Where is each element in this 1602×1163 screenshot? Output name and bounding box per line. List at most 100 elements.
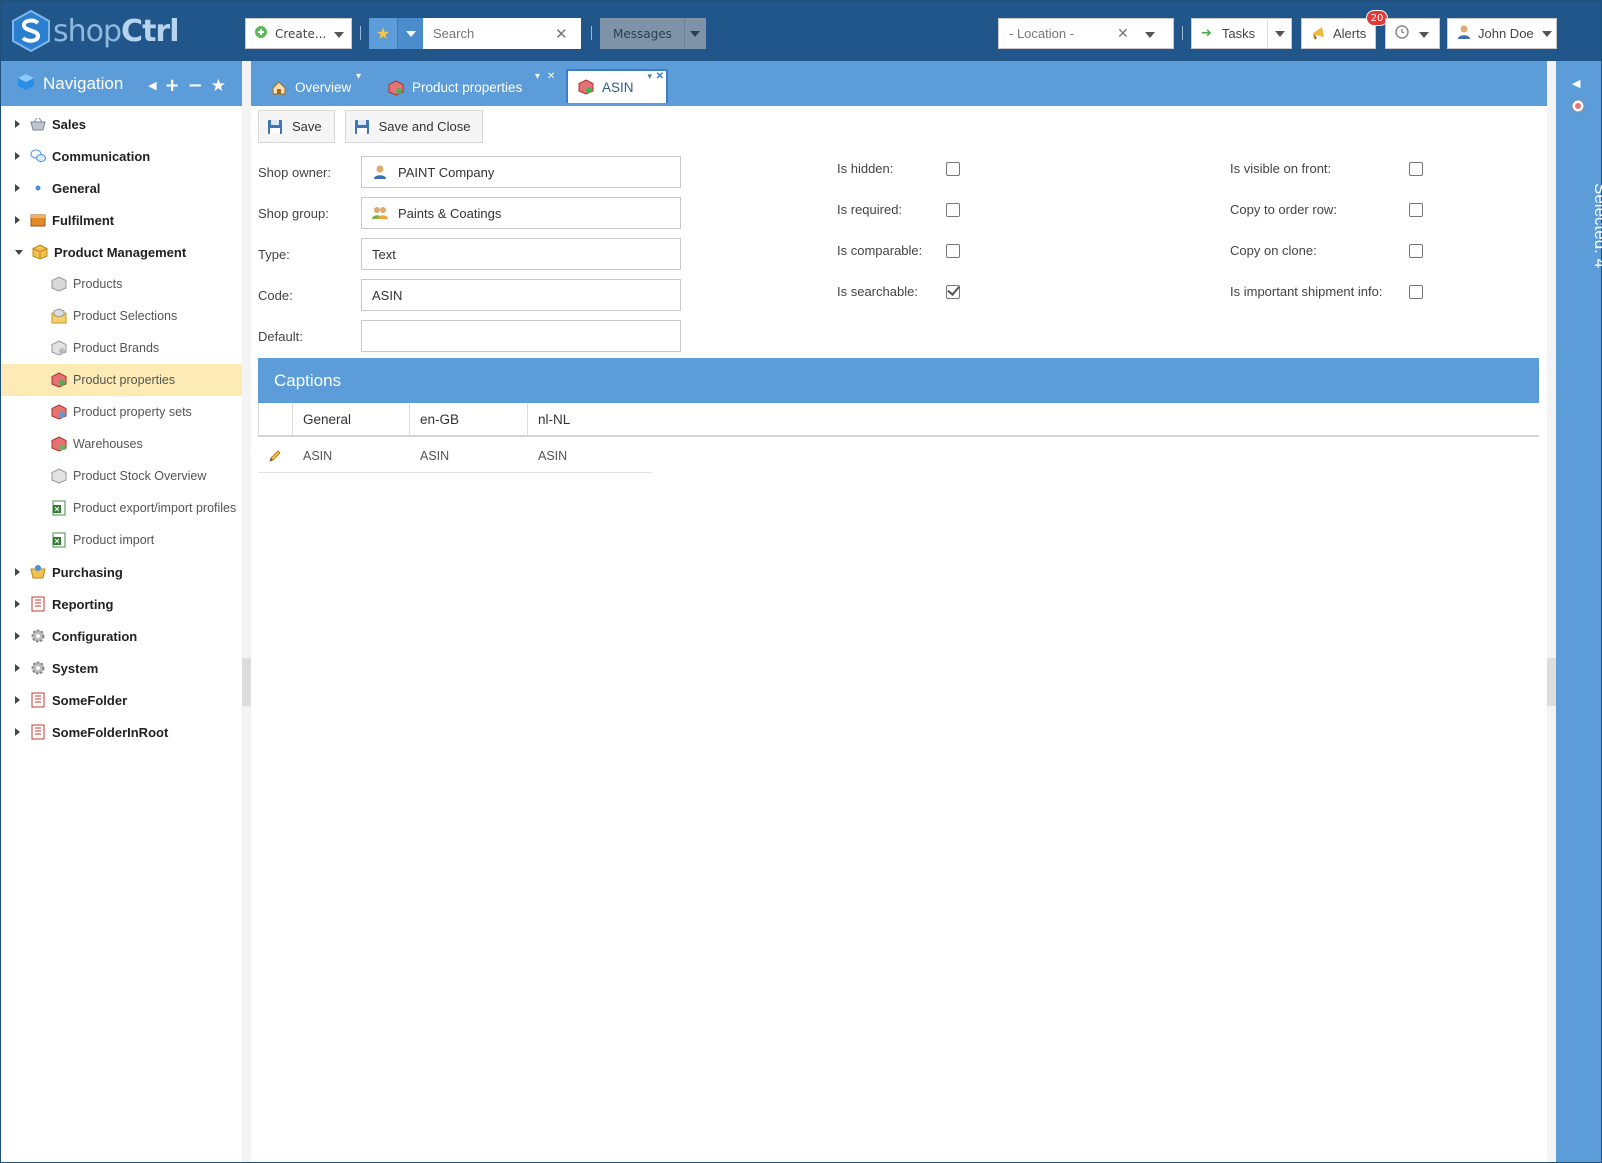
type-value: Text xyxy=(372,246,396,262)
clear-location-icon[interactable]: ✕ xyxy=(1117,26,1129,42)
tab-overview[interactable]: Overview xyxy=(271,69,351,106)
expand-icon[interactable] xyxy=(15,568,20,576)
expand-icon[interactable] xyxy=(15,184,20,192)
user-icon xyxy=(374,165,386,179)
edit-column-header xyxy=(258,403,293,435)
nav-item-products[interactable]: Products xyxy=(1,268,242,300)
nav-item-product-management[interactable]: Product Management xyxy=(1,236,242,268)
is-required-label: Is required: xyxy=(837,202,903,217)
nav-item-somefolderinroot[interactable]: SomeFolderInRoot xyxy=(1,716,242,748)
main-content: Overview ▾ Product properties ▾ ✕ ASIN ▾… xyxy=(251,61,1547,1162)
expand-left-icon[interactable]: ◀ xyxy=(1572,77,1580,90)
location-select[interactable]: - Location - ✕ xyxy=(998,18,1174,49)
nav-item-somefolder[interactable]: SomeFolder xyxy=(1,684,242,716)
logo-text-b: Ctrl xyxy=(121,13,179,49)
is-required-checkbox[interactable] xyxy=(946,202,960,217)
tasks-dropdown[interactable] xyxy=(1267,19,1291,48)
user-menu[interactable]: John Doe xyxy=(1447,18,1557,49)
table-row[interactable]: ASIN ASIN ASIN xyxy=(258,439,652,473)
collapse-icon[interactable] xyxy=(15,249,23,255)
is-visible-on-front-checkbox[interactable] xyxy=(1409,161,1423,176)
expand-icon[interactable] xyxy=(15,152,20,160)
is-searchable-checkbox[interactable] xyxy=(946,284,960,299)
alerts-button[interactable]: Alerts xyxy=(1301,18,1376,49)
shop-group-field[interactable]: Paints & Coatings xyxy=(361,197,681,229)
tab-asin[interactable]: ASIN ▾ ✕ xyxy=(566,69,668,103)
nav-item-warehouses[interactable]: Warehouses xyxy=(1,428,242,460)
tab-product-properties[interactable]: Product properties xyxy=(388,69,522,106)
collapse-left-icon[interactable]: ◀ xyxy=(148,79,156,92)
create-button[interactable]: Create... xyxy=(245,18,352,49)
nav-item-product-stock-overview[interactable]: Product Stock Overview xyxy=(1,460,242,492)
expand-icon[interactable] xyxy=(15,216,20,224)
expand-icon[interactable] xyxy=(15,728,20,736)
chat-bubbles-icon xyxy=(30,149,46,162)
is-visible-on-front-row: Is visible on front: xyxy=(1230,161,1423,176)
search-input[interactable] xyxy=(423,18,553,49)
tab-menu-icon[interactable]: ▾ xyxy=(647,71,652,82)
expand-all-icon[interactable]: + xyxy=(165,75,180,96)
expand-icon[interactable] xyxy=(15,632,20,640)
is-hidden-checkbox[interactable] xyxy=(946,161,960,176)
nav-item-sales[interactable]: Sales xyxy=(1,108,242,140)
shop-owner-field[interactable]: PAINT Company xyxy=(361,156,681,188)
default-field[interactable] xyxy=(361,320,681,352)
nav-item-reporting[interactable]: Reporting xyxy=(1,588,242,620)
nav-item-product-brands[interactable]: Product Brands xyxy=(1,332,242,364)
column-header[interactable]: nl-NL xyxy=(528,403,646,435)
nav-item-product-export-import-profiles[interactable]: Product export/import profiles xyxy=(1,492,242,524)
left-splitter[interactable] xyxy=(242,61,251,1162)
expand-icon[interactable] xyxy=(15,664,20,672)
table-cell: ASIN xyxy=(303,448,333,463)
messages-dropdown[interactable] xyxy=(683,19,705,48)
nav-item-fulfilment[interactable]: Fulfilment xyxy=(1,204,242,236)
save-button[interactable]: Save xyxy=(258,110,335,143)
nav-item-system[interactable]: System xyxy=(1,652,242,684)
nav-item-product-selections[interactable]: Product Selections xyxy=(1,300,242,332)
nav-item-communication[interactable]: Communication xyxy=(1,140,242,172)
nav-item-configuration[interactable]: Configuration xyxy=(1,620,242,652)
code-field[interactable]: ASIN xyxy=(361,279,681,311)
is-important-shipment-info-checkbox[interactable] xyxy=(1409,284,1423,299)
star-icon[interactable]: ★ xyxy=(211,76,226,96)
nav-item-purchasing[interactable]: Purchasing xyxy=(1,556,242,588)
folder-products-icon xyxy=(51,308,67,324)
expand-icon[interactable] xyxy=(15,600,20,608)
alerts-label: Alerts xyxy=(1333,26,1367,41)
is-important-shipment-info-row: Is important shipment info: xyxy=(1230,284,1423,299)
code-value: ASIN xyxy=(372,287,403,303)
copy-to-order-row-checkbox[interactable] xyxy=(1409,202,1423,217)
tasks-button[interactable]: ➜ Tasks xyxy=(1191,18,1292,49)
nav-item-general[interactable]: General xyxy=(1,172,242,204)
tab-menu-icon[interactable]: ▾ xyxy=(356,71,361,82)
column-header[interactable]: en-GB xyxy=(410,403,528,435)
right-splitter[interactable] xyxy=(1547,61,1556,1162)
is-comparable-checkbox[interactable] xyxy=(946,243,960,258)
navigation-tree: Sales Communication General Fulfilment P… xyxy=(1,106,242,748)
nav-item-product-import[interactable]: Product import xyxy=(1,524,242,556)
type-field[interactable]: Text xyxy=(361,238,681,270)
close-tab-icon[interactable]: ✕ xyxy=(656,71,664,82)
column-header[interactable]: General xyxy=(293,403,410,435)
pencil-icon[interactable] xyxy=(268,449,282,463)
selection-panel-collapsed[interactable]: ◀ Selected: 4 xyxy=(1556,61,1602,1162)
close-tab-icon[interactable]: ✕ xyxy=(547,71,555,82)
app-logo[interactable]: shopCtrl xyxy=(11,9,179,53)
splitter-handle[interactable] xyxy=(1547,658,1556,706)
clock-icon xyxy=(1395,25,1409,42)
copy-on-clone-checkbox[interactable] xyxy=(1409,243,1423,258)
clear-search-icon[interactable]: ✕ xyxy=(555,25,568,43)
collapse-all-icon[interactable]: − xyxy=(188,75,203,96)
tab-label: ASIN xyxy=(602,79,634,95)
expand-icon[interactable] xyxy=(15,120,20,128)
status-button[interactable] xyxy=(1385,18,1440,49)
nav-item-product-property-sets[interactable]: Product property sets xyxy=(1,396,242,428)
favorites-button[interactable]: ★ xyxy=(369,18,397,49)
splitter-handle[interactable] xyxy=(242,658,251,706)
expand-icon[interactable] xyxy=(15,696,20,704)
nav-item-product-properties[interactable]: Product properties xyxy=(1,364,242,396)
messages-button[interactable]: Messages xyxy=(600,18,706,49)
save-and-close-button[interactable]: Save and Close xyxy=(344,110,484,143)
favorites-dropdown[interactable] xyxy=(397,18,423,49)
tab-menu-icon[interactable]: ▾ xyxy=(535,71,540,82)
